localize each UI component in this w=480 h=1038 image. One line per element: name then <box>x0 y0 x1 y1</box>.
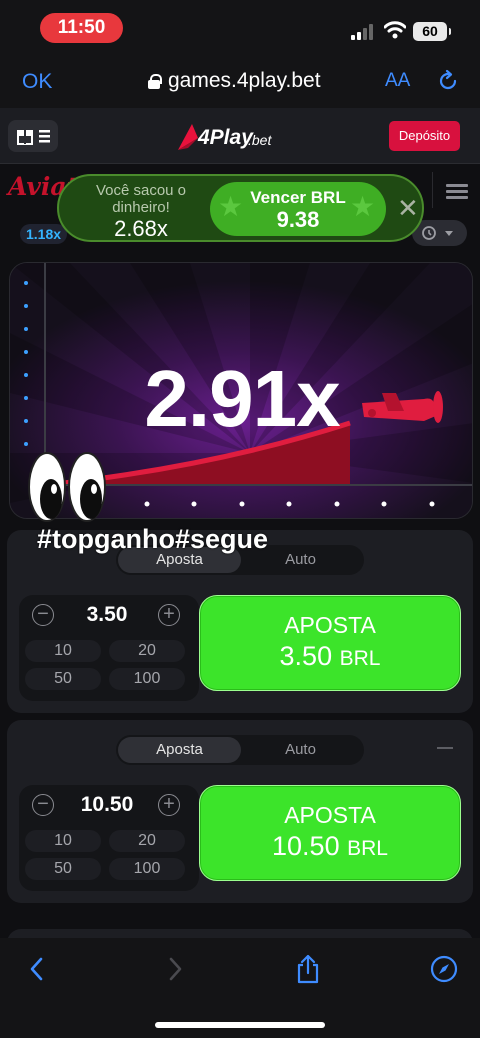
cashout-message: Você sacou o dinheiro! <box>95 182 187 216</box>
back-icon[interactable] <box>22 954 52 984</box>
quick-amount-button[interactable]: 10 <box>25 640 101 662</box>
bet-button-amount: 10.50 BRL <box>272 831 388 861</box>
minus-icon[interactable]: − <box>32 794 54 816</box>
stake-value[interactable]: 10.50 <box>57 793 157 817</box>
logo-text: 4Play <box>198 126 253 149</box>
place-bet-button[interactable]: APOSTA 10.50 BRL <box>199 785 461 881</box>
browser-toolbar <box>0 938 480 1038</box>
plus-icon[interactable]: + <box>158 604 180 626</box>
current-multiplier: 2.91x <box>144 354 340 443</box>
plus-icon[interactable]: + <box>158 794 180 816</box>
quick-amount-button[interactable]: 50 <box>25 668 101 690</box>
battery-icon: 60 <box>413 22 451 41</box>
eyes-emoji-icon <box>28 452 106 522</box>
logo-suffix: .bet <box>248 132 272 148</box>
text-size-button[interactable]: AA <box>385 70 410 92</box>
bet-button-label: APOSTA <box>284 802 376 828</box>
cellular-signal-icon <box>351 24 375 40</box>
stake-stepper: − 3.50 + 10 20 50 100 <box>19 595 199 701</box>
compass-icon[interactable] <box>429 954 459 984</box>
reload-icon[interactable] <box>436 69 460 93</box>
tab-aposta[interactable]: Aposta <box>118 737 241 763</box>
quick-amount-button[interactable]: 100 <box>109 668 185 690</box>
deposit-button[interactable]: Depósito <box>389 121 460 151</box>
stake-value[interactable]: 3.50 <box>57 603 157 627</box>
forward-icon[interactable] <box>160 954 190 984</box>
cashout-notification: Você sacou o dinheiro! 2.68x ★ ★ Vencer … <box>57 174 424 242</box>
bet-button-label: APOSTA <box>284 612 376 638</box>
bet-panel-2: Aposta Auto − 10.50 + 10 20 50 100 APOST… <box>7 720 473 903</box>
game-menu-button[interactable] <box>432 172 472 208</box>
overlay-hashtag: #topganho#segue <box>37 524 269 554</box>
quick-amount-button[interactable]: 10 <box>25 830 101 852</box>
site-header: 4Play .bet Depósito <box>0 108 480 164</box>
4play-logo[interactable]: 4Play .bet <box>176 120 286 154</box>
quick-amount-button[interactable]: 100 <box>109 858 185 880</box>
quick-amount-button[interactable]: 50 <box>25 858 101 880</box>
quick-amount-button[interactable]: 20 <box>109 640 185 662</box>
history-multiplier-chip[interactable]: 1.18x <box>20 224 68 244</box>
url-text: games.4play.bet <box>168 69 321 92</box>
win-amount-pill: ★ ★ Vencer BRL 9.38 <box>210 182 386 236</box>
place-bet-button[interactable]: APOSTA 3.50 BRL <box>199 595 461 691</box>
win-title: Vencer BRL <box>250 188 346 207</box>
stake-stepper: − 10.50 + 10 20 50 100 <box>19 785 199 891</box>
url-field[interactable]: games.4play.bet <box>148 69 321 93</box>
share-icon[interactable] <box>293 954 323 984</box>
minus-icon[interactable]: − <box>32 604 54 626</box>
home-indicator <box>155 1022 325 1028</box>
remove-panel-button[interactable] <box>435 738 455 758</box>
bet-button-amount: 3.50 BRL <box>279 641 381 671</box>
tab-auto[interactable]: Auto <box>239 737 362 763</box>
close-icon[interactable]: ✕ <box>397 195 419 221</box>
quick-amount-button[interactable]: 20 <box>109 830 185 852</box>
bet-mode-tabs: Aposta Auto <box>116 735 364 765</box>
cashout-multiplier: 2.68x <box>114 216 168 241</box>
lock-icon <box>148 73 162 89</box>
status-time: 11:50 <box>40 13 123 43</box>
history-toggle-button[interactable] <box>412 220 467 246</box>
status-bar: 11:50 60 <box>0 0 480 58</box>
browser-address-bar: OK games.4play.bet AA <box>0 58 480 108</box>
wifi-icon <box>384 21 406 39</box>
history-clock-icon <box>422 226 453 240</box>
gift-menu-button[interactable] <box>8 120 58 152</box>
win-amount: 9.38 <box>276 207 320 232</box>
done-button[interactable]: OK <box>22 70 52 94</box>
gift-icon <box>17 130 50 145</box>
bet-panel-1: Aposta Auto − 3.50 + 10 20 50 100 APOSTA… <box>7 530 473 713</box>
